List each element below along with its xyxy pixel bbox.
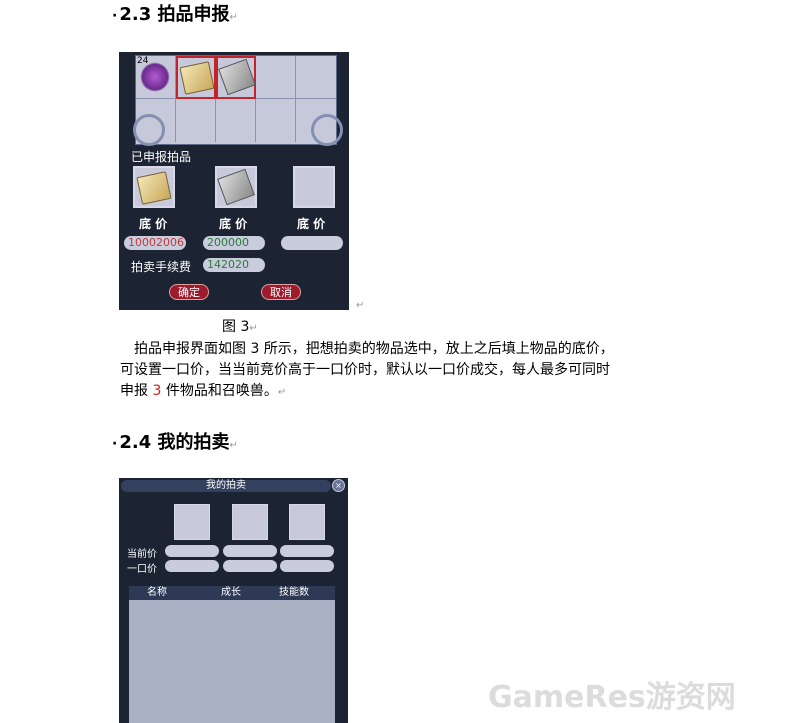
paragraph-line: 拍品申报界面如图 3 所示，把想拍卖的物品选中，放上之后填上物品的底价，	[134, 341, 614, 357]
paragraph-line: 申报 3 件物品和召唤兽。↵	[120, 380, 286, 404]
cards-item-icon	[217, 168, 255, 206]
confirm-button[interactable]: 确定	[169, 284, 209, 300]
corner-ornament-icon	[133, 114, 165, 146]
column-header-name[interactable]: 名称	[147, 586, 167, 600]
fee-label: 拍卖手续费	[131, 260, 192, 274]
pet-table-header: 名称 成长 技能数	[129, 586, 335, 600]
inventory-slot[interactable]	[176, 99, 216, 142]
current-price-label: 当前价	[127, 549, 157, 560]
reported-item-slot[interactable]	[133, 166, 175, 208]
close-icon[interactable]: ×	[332, 479, 345, 492]
window-title: 我的拍卖	[121, 480, 331, 492]
floor-price-label: 底 价	[219, 217, 248, 231]
ticket-item-icon	[179, 61, 215, 95]
inventory-grid: 24	[135, 55, 337, 145]
heading-bullet: ·	[112, 8, 118, 24]
floor-price-input[interactable]	[281, 236, 343, 250]
paragraph-mark: ↵	[229, 440, 238, 451]
column-header-skills[interactable]: 技能数	[279, 586, 309, 600]
cards-item-icon	[218, 58, 256, 96]
auction-submit-panel: 24 已申报拍品 底 价 底 价 底 价 10002006 200000 拍卖手…	[119, 52, 349, 310]
inventory-slot[interactable]	[216, 99, 256, 142]
inventory-slot[interactable]	[256, 99, 296, 142]
summon-pet-icon	[140, 62, 170, 92]
reported-item-slot[interactable]	[293, 166, 335, 208]
inventory-slot[interactable]	[256, 56, 296, 99]
auction-item-slot[interactable]	[289, 504, 325, 540]
pet-table-body[interactable]	[129, 600, 335, 723]
heading-bullet: ·	[112, 436, 118, 452]
heading-title: 2.4 我的拍卖	[119, 432, 230, 453]
paragraph-mark: ↵	[277, 387, 287, 398]
buyout-price-field	[223, 560, 277, 572]
inventory-slot-selected[interactable]	[176, 56, 216, 99]
figure-caption: 图 3↵	[222, 316, 258, 340]
current-price-field	[223, 545, 277, 557]
column-header-growth[interactable]: 成长	[221, 586, 241, 600]
section-heading-2-4: · 2.4 我的拍卖↵	[112, 428, 238, 454]
buyout-price-field	[165, 560, 219, 572]
current-price-field	[280, 545, 334, 557]
floor-price-label: 底 价	[297, 217, 326, 231]
auction-item-slot[interactable]	[174, 504, 210, 540]
paragraph-text: 件物品和召唤兽。	[161, 383, 278, 399]
my-auction-panel: 我的拍卖 × 当前价 一口价 名称 成长 技能数	[119, 478, 348, 723]
paragraph-line: 可设置一口价，当当前竞价高于一口价时，默认以一口价成交，每人最多可同时	[120, 362, 610, 378]
paragraph-mark: ↵	[249, 323, 258, 334]
inventory-slot[interactable]	[296, 56, 336, 99]
watermark-text: GameRes游资网	[488, 680, 736, 715]
ticket-item-icon	[136, 171, 172, 205]
cancel-button[interactable]: 取消	[261, 284, 301, 300]
floor-price-input[interactable]: 10002006	[124, 236, 186, 250]
current-price-field	[165, 545, 219, 557]
floor-price-input[interactable]: 200000	[203, 236, 265, 250]
floor-price-label: 底 价	[139, 217, 168, 231]
paragraph-mark: ↵	[229, 12, 238, 23]
inventory-slot[interactable]: 24	[136, 56, 176, 99]
buyout-price-field	[280, 560, 334, 572]
reported-items-label: 已申报拍品	[131, 150, 192, 164]
inventory-slot-selected[interactable]	[216, 56, 256, 99]
buyout-price-label: 一口价	[127, 564, 157, 575]
auction-item-slot[interactable]	[232, 504, 268, 540]
reported-item-slot[interactable]	[215, 166, 257, 208]
paragraph-mark: ↵	[356, 300, 365, 311]
paragraph-text: 申报	[120, 383, 153, 399]
caption-text: 图 3	[222, 319, 250, 335]
fee-value: 142020	[203, 258, 265, 272]
heading-title: 2.3 拍品申报	[119, 4, 230, 25]
corner-ornament-icon	[311, 114, 343, 146]
section-heading-2-3: · 2.3 拍品申报↵	[112, 0, 238, 26]
